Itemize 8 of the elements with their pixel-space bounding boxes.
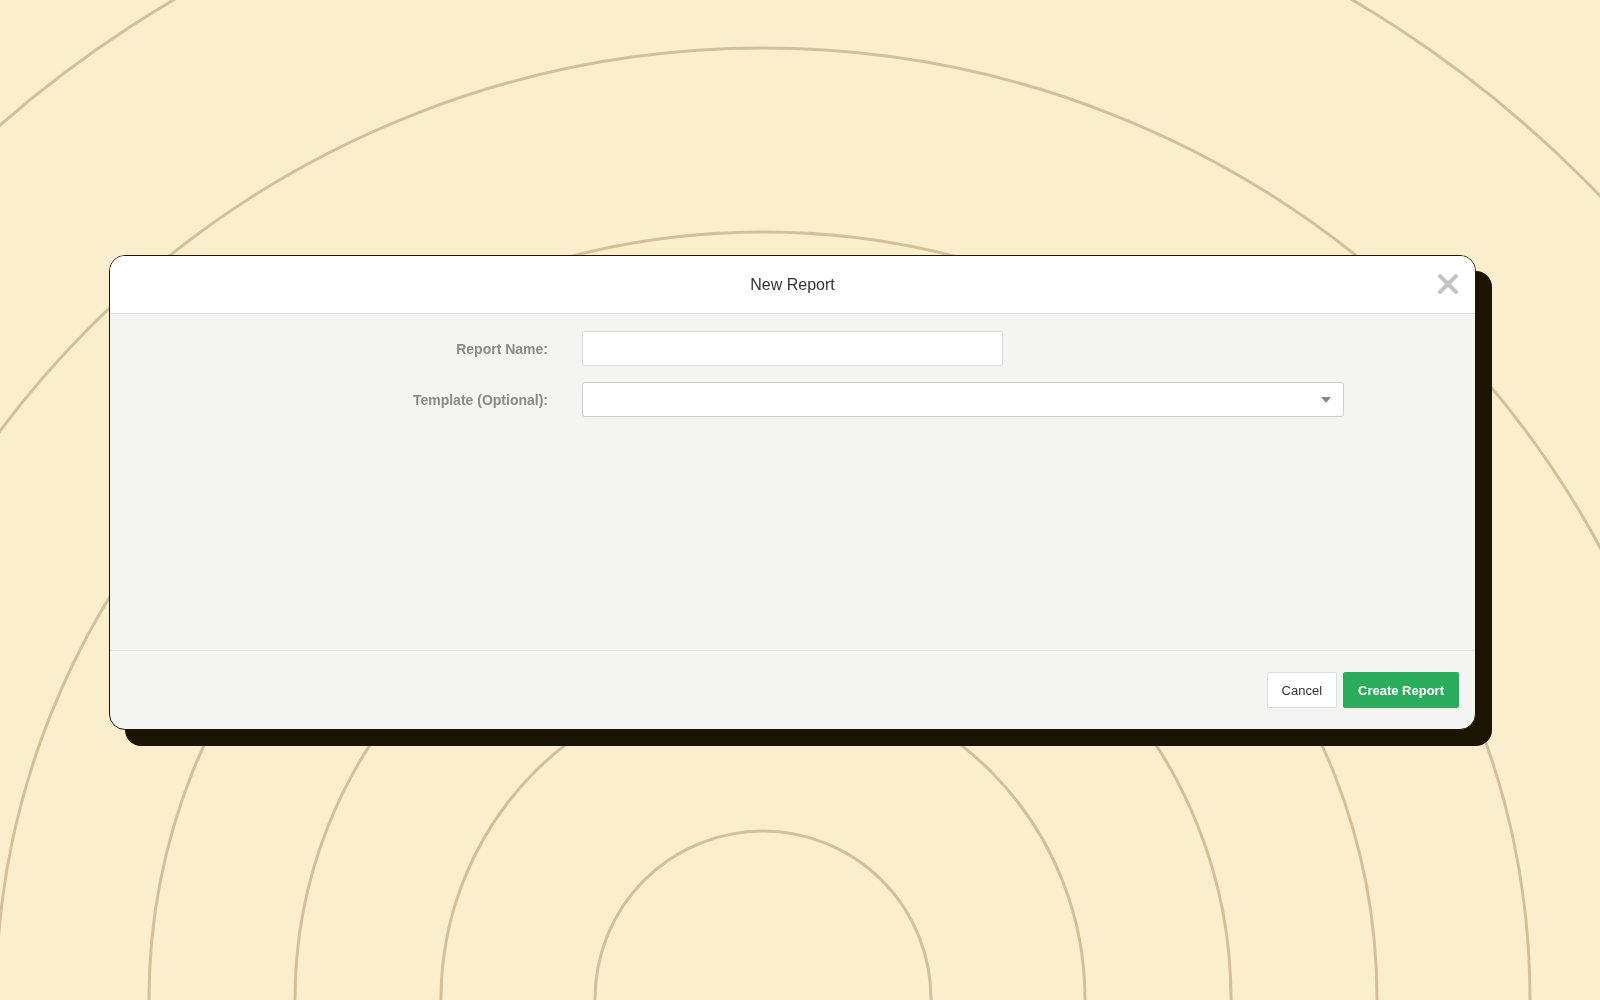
close-icon[interactable] (1437, 273, 1459, 295)
field-label: Template (Optional): (411, 391, 548, 408)
caret-icon (1321, 396, 1331, 403)
cancel-button[interactable]: Cancel (1266, 672, 1338, 708)
text-input-field[interactable] (582, 331, 1003, 366)
dropdown-field[interactable] (582, 382, 1344, 417)
field-label: Report Name: (455, 340, 548, 357)
dialog-title: New Report (750, 275, 835, 294)
